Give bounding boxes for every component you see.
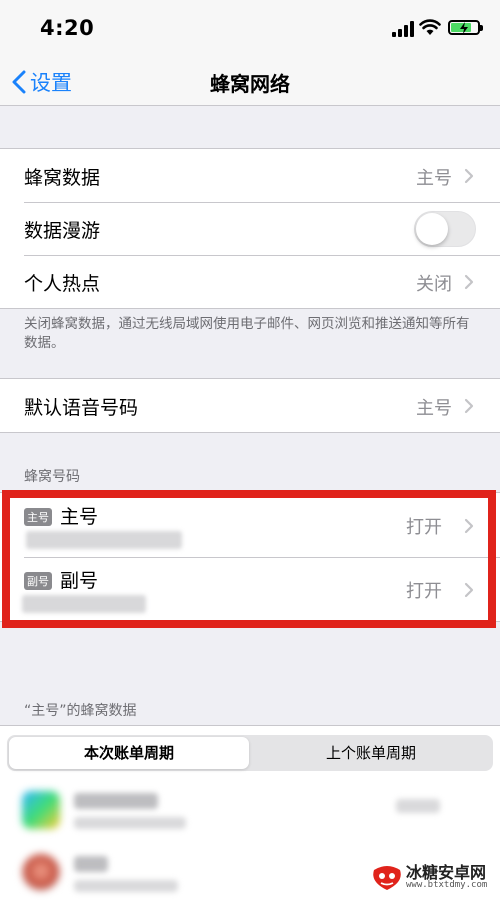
cellular-data-footnote: 关闭蜂窝数据，通过无线局域网使用电子邮件、网页浏览和推送通知等所有数据。 <box>24 316 470 351</box>
chevron-right-icon <box>464 398 474 414</box>
cellular-data-value: 主号 <box>416 168 452 189</box>
default-voice-line-row[interactable]: 默认语音号码 主号 <box>0 379 500 432</box>
cellular-settings-group: 蜂窝数据 主号 数据漫游 个人热点 关闭 <box>0 148 500 309</box>
personal-hotspot-value: 关闭 <box>416 274 452 295</box>
app-icon <box>22 791 60 829</box>
app-usage-row[interactable] <box>0 781 500 841</box>
redacted-app-name <box>74 856 108 872</box>
watermark: 冰糖安卓网 www.btxtdmy.com <box>370 858 500 898</box>
watermark-url: www.btxtdmy.com <box>406 880 488 890</box>
segment-current-period[interactable]: 本次账单周期 <box>9 737 249 769</box>
chevron-right-icon <box>464 168 474 184</box>
personal-hotspot-label: 个人热点 <box>24 273 101 295</box>
data-roaming-row: 数据漫游 <box>0 202 500 255</box>
highlight-frame <box>2 490 496 628</box>
cellular-plans-header: 蜂窝号码 <box>24 469 80 485</box>
redacted-app-usage <box>396 799 440 813</box>
redacted-app-detail <box>74 880 178 892</box>
status-bar: 4:20 <box>0 0 500 58</box>
segment-previous-period[interactable]: 上个账单周期 <box>251 737 491 769</box>
cellular-data-label: 蜂窝数据 <box>24 167 101 189</box>
data-roaming-label: 数据漫游 <box>24 220 101 242</box>
watermark-logo-icon <box>373 866 401 890</box>
personal-hotspot-row[interactable]: 个人热点 关闭 <box>0 255 500 308</box>
app-icon <box>22 854 60 892</box>
redacted-app-name <box>74 793 158 809</box>
chevron-right-icon <box>464 274 474 290</box>
default-voice-line-label: 默认语音号码 <box>24 397 139 419</box>
navigation-bar: 设置 蜂窝网络 <box>0 58 500 106</box>
cellular-signal-icon <box>392 20 416 37</box>
data-roaming-toggle[interactable] <box>414 211 476 247</box>
default-voice-line-value: 主号 <box>416 398 452 419</box>
voice-line-group: 默认语音号码 主号 <box>0 378 500 433</box>
billing-period-segmented-control: 本次账单周期 上个账单周期 <box>7 735 493 771</box>
battery-icon <box>448 20 483 35</box>
status-time: 4:20 <box>40 16 95 40</box>
page-title: 蜂窝网络 <box>210 72 290 96</box>
cellular-data-row[interactable]: 蜂窝数据 主号 <box>0 149 500 202</box>
redacted-app-detail <box>74 817 186 829</box>
usage-header: “主号”的蜂窝数据 <box>24 703 137 719</box>
wifi-icon <box>419 19 441 35</box>
